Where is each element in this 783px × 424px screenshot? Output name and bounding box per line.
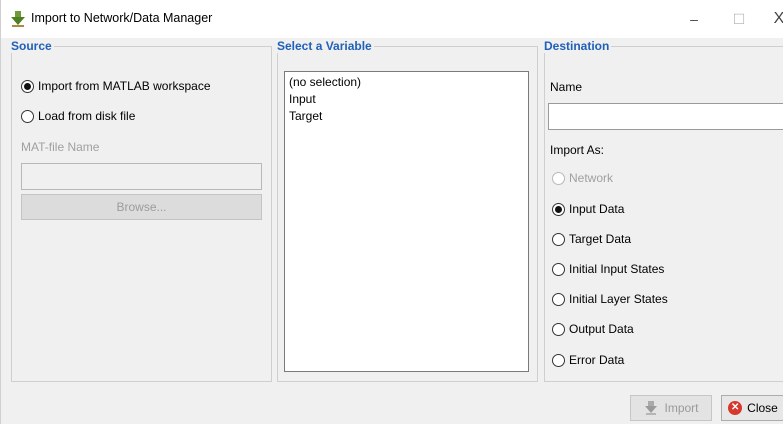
radio-label: Output Data (569, 322, 634, 336)
list-item-target[interactable]: Target (289, 109, 528, 126)
close-circle-icon: ✕ (728, 401, 743, 415)
radio-label: Initial Layer States (569, 292, 668, 306)
variable-legend: Select a Variable (277, 39, 374, 53)
minimize-button[interactable]: – (684, 9, 704, 29)
radio-button[interactable] (552, 322, 565, 336)
import-arrow-icon (11, 11, 25, 27)
radio-button[interactable] (21, 109, 34, 123)
radio-button[interactable] (552, 262, 565, 276)
close-button[interactable]: ✕ Close (721, 395, 783, 421)
radio-button[interactable] (552, 202, 565, 216)
radio-button[interactable] (21, 79, 34, 93)
radio-output-data[interactable]: Output Data (552, 322, 634, 336)
list-item-input[interactable]: Input (289, 92, 528, 109)
close-window-button[interactable]: X (769, 9, 783, 29)
window-title: Import to Network/Data Manager (31, 11, 213, 25)
maximize-button[interactable]: ☐ (729, 9, 749, 29)
radio-button[interactable] (552, 353, 565, 367)
radio-button (552, 171, 565, 185)
matfile-name-field (21, 163, 262, 190)
radio-network: Network (552, 171, 613, 185)
radio-label: Error Data (569, 353, 625, 367)
close-button-label: Close (747, 401, 778, 415)
radio-label: Load from disk file (38, 109, 136, 123)
import-dialog: Import to Network/Data Manager – ☐ X Sou… (0, 0, 783, 424)
name-input[interactable] (548, 103, 783, 130)
list-item-no-selection[interactable]: (no selection) (289, 75, 528, 92)
radio-label: Import from MATLAB workspace (38, 79, 211, 93)
radio-initial-layer-states[interactable]: Initial Layer States (552, 292, 668, 306)
radio-label: Initial Input States (569, 262, 665, 276)
radio-initial-input-states[interactable]: Initial Input States (552, 262, 664, 276)
name-label: Name (550, 80, 583, 94)
destination-legend: Destination (544, 39, 612, 53)
browse-button: Browse... (21, 194, 262, 220)
radio-label: Input Data (569, 202, 625, 216)
radio-input-data[interactable]: Input Data (552, 202, 624, 216)
import-button: Import (630, 395, 712, 421)
radio-label: Network (569, 171, 614, 185)
radio-label: Target Data (569, 232, 632, 246)
variable-list[interactable]: (no selection) Input Target (284, 71, 529, 372)
radio-button[interactable] (552, 292, 565, 306)
radio-target-data[interactable]: Target Data (552, 232, 631, 246)
import-button-label: Import (664, 401, 699, 415)
radio-import-workspace[interactable]: Import from MATLAB workspace (21, 79, 211, 93)
matfile-name-label: MAT-file Name (21, 140, 100, 154)
source-legend: Source (11, 39, 54, 53)
radio-load-disk-file[interactable]: Load from disk file (21, 109, 135, 123)
import-arrow-icon (645, 401, 658, 415)
import-as-label: Import As: (550, 143, 605, 157)
title-bar: Import to Network/Data Manager – ☐ X (1, 0, 783, 38)
radio-error-data[interactable]: Error Data (552, 353, 624, 367)
radio-button[interactable] (552, 232, 565, 246)
